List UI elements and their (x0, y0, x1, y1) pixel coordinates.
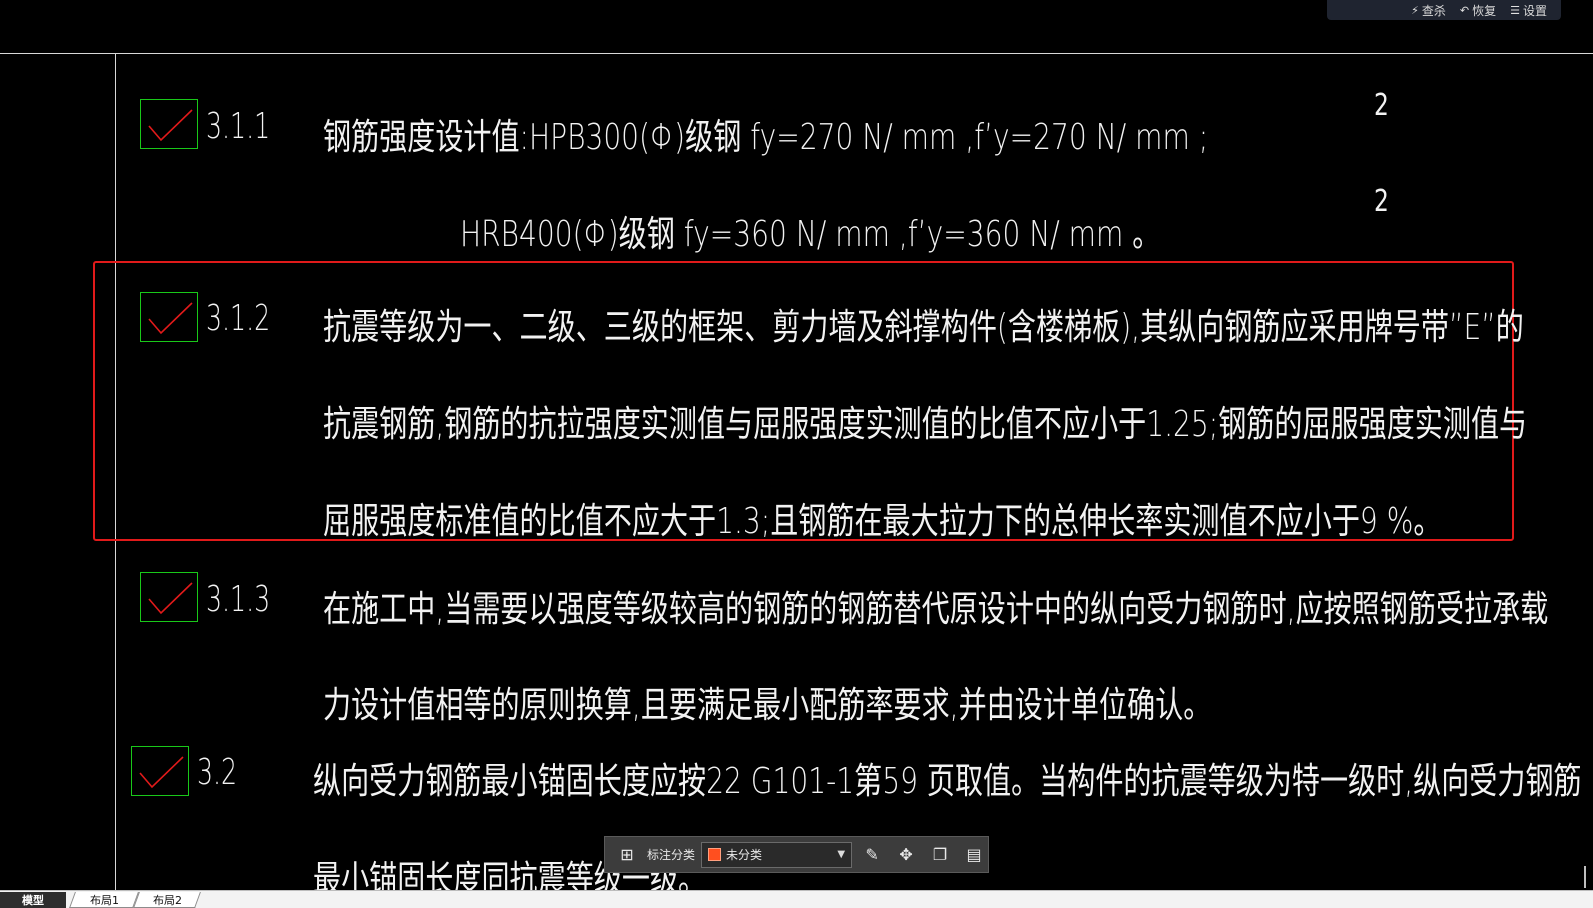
item-text-line: 抗震等级为一、二级、三级的框架、剪力墙及斜撑构件(含楼梯板),其纵向钢筋应采用牌… (323, 307, 1524, 348)
item-number: 3.1.2 (206, 298, 271, 339)
tab-layout1[interactable]: 布局1 (69, 892, 139, 908)
paste-icon[interactable]: ▤ (960, 841, 988, 869)
annotation-category-select[interactable]: 未分类 ▼ (701, 841, 853, 868)
selected-category: 未分类 (726, 848, 763, 862)
check-box (131, 746, 189, 796)
check-mark-icon (148, 109, 193, 142)
scrollbar-thumb[interactable] (1584, 866, 1586, 888)
kill-button[interactable]: ⚡ 查杀 (1411, 2, 1446, 19)
item-text-line: 力设计值相等的原则换算,且要满足最小配筋率要求,并由设计单位确认。 (323, 685, 1212, 726)
item-text-line: HRB400(Φ)级钢 fy=360 N/ mm ,f’y=360 N/ mm … (460, 214, 1161, 255)
item-text-line: 钢筋强度设计值:HPB300(Φ)级钢 fy=270 N/ mm ,f’y=27… (323, 117, 1209, 158)
item-text-line: 纵向受力钢筋最小锚固长度应按22 G101-1第59 页取值。当构件的抗震等级为… (313, 761, 1582, 802)
check-box (140, 99, 198, 149)
item-text-line: 屈服强度标准值的比值不应大于1.3;且钢筋在最大拉力下的总伸长率实测值不应小于9… (323, 501, 1442, 542)
copy-icon[interactable]: ❐ (926, 841, 954, 869)
superscript: 2 (1374, 88, 1389, 123)
kill-label: 查杀 (1421, 3, 1446, 18)
restore-button[interactable]: ↶ 恢复 (1460, 2, 1496, 19)
check-mark-icon (148, 302, 193, 335)
tab-label: 模型 (22, 894, 44, 907)
list-icon: ☰ (1510, 3, 1520, 17)
undo-icon: ↶ (1459, 3, 1470, 17)
item-number: 3.1.3 (206, 579, 271, 620)
grid-icon[interactable]: ⊞ (613, 841, 641, 869)
restore-label: 恢复 (1472, 3, 1497, 18)
annotation-toolbar: ⊞ 标注分类 未分类 ▼ ✎ ✥ ❐ ▤ (604, 836, 989, 873)
lightning-icon: ⚡ (1411, 3, 1419, 17)
item-text-line: 抗震钢筋,钢筋的抗拉强度实测值与屈服强度实测值的比值不应小于1.25;钢筋的屈服… (323, 404, 1528, 445)
settings-button[interactable]: ☰ 设置 (1510, 2, 1547, 19)
check-mark-icon (139, 756, 184, 789)
category-color-swatch (708, 848, 722, 861)
annotation-category-label: 标注分类 (647, 848, 696, 862)
edit-icon[interactable]: ✎ (858, 841, 886, 869)
tab-label: 布局2 (152, 893, 182, 907)
item-number: 3.1.1 (206, 106, 271, 147)
item-text-line: 在施工中,当需要以强度等级较高的钢筋的钢筋替代原设计中的纵向受力钢筋时,应按照钢… (323, 589, 1549, 630)
check-box (140, 572, 198, 622)
tab-layout2[interactable]: 布局2 (133, 892, 201, 908)
top-toolbar: ⚡ 查杀 ↶ 恢复 ☰ 设置 (1327, 0, 1561, 20)
check-box (140, 292, 198, 342)
move-icon[interactable]: ✥ (892, 841, 920, 869)
chevron-down-icon: ▼ (837, 849, 846, 860)
layout-tab-bar: 模型 布局1 布局2 (0, 890, 1593, 908)
settings-label: 设置 (1522, 3, 1547, 18)
drawing-frame-top-line (0, 53, 1593, 54)
tab-model[interactable]: 模型 (0, 892, 66, 908)
tab-label: 布局1 (89, 893, 119, 907)
superscript: 2 (1374, 184, 1389, 219)
item-number: 3.2 (197, 752, 238, 793)
check-mark-icon (148, 582, 193, 615)
